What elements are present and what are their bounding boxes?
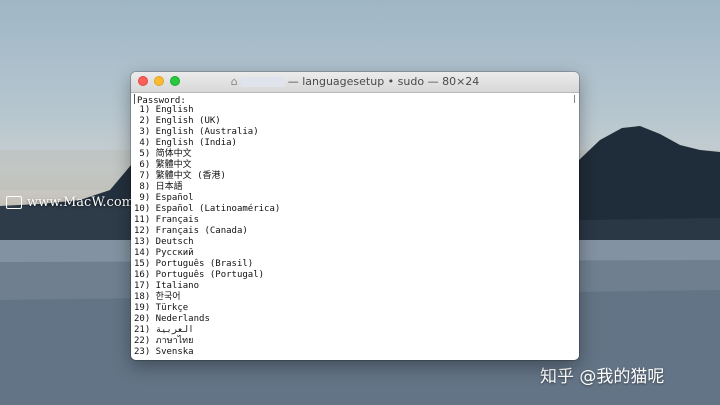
password-prompt: Password: (134, 94, 579, 106)
language-option: 7) 繁體中文 (香港) (134, 171, 226, 181)
language-option: 17) Italiano (134, 281, 200, 291)
language-option: 13) Deutsch (134, 237, 194, 247)
zhihu-watermark: 知乎 @我的猫呢 (540, 367, 665, 387)
language-option: 8) 日本語 (134, 182, 183, 192)
home-folder-icon: ⌂ (230, 75, 238, 88)
macw-logo-icon (6, 195, 22, 209)
language-option: 15) Português (Brasil) (134, 259, 254, 269)
language-option: 4) English (India) (134, 138, 237, 148)
macw-watermark: www.MacW.com (6, 193, 134, 211)
language-option: 11) Français (134, 215, 200, 225)
scroll-marker (574, 95, 576, 103)
window-title: ⌂ — languagesetup • sudo — 80×24 (131, 75, 579, 88)
language-option: 16) Português (Portugal) (134, 270, 265, 280)
redacted-username (240, 76, 285, 87)
language-option: 23) Svenska (134, 347, 194, 357)
window-titlebar[interactable]: ⌂ — languagesetup • sudo — 80×24 (131, 72, 579, 93)
language-option: 18) 한국어 (134, 292, 181, 302)
terminal-window[interactable]: ⌂ — languagesetup • sudo — 80×24 Passwor… (131, 72, 579, 360)
language-option: 5) 简体中文 (134, 149, 192, 159)
window-title-text: — languagesetup • sudo — 80×24 (287, 75, 480, 88)
language-option: 12) Français (Canada) (134, 226, 248, 236)
language-option: 10) Español (Latinoamérica) (134, 204, 281, 214)
language-option: 22) ภาษาไทย (134, 336, 194, 346)
language-option: 19) Türkçe (134, 303, 189, 313)
language-option-list: 1) English 2) English (UK) 3) English (A… (134, 105, 579, 358)
language-option: 6) 繁體中文 (134, 160, 192, 170)
language-option: 9) Español (134, 193, 194, 203)
language-option: 1) English (134, 105, 194, 115)
text-cursor (134, 94, 136, 104)
language-option: 3) English (Australia) (134, 127, 259, 137)
terminal-content[interactable]: Password: 1) English 2) English (UK) 3) … (131, 93, 579, 360)
language-option: 14) Русский (134, 248, 194, 258)
language-option: 2) English (UK) (134, 116, 221, 126)
macw-watermark-text: www.MacW.com (27, 194, 134, 210)
language-option: 20) Nederlands (134, 314, 210, 324)
language-option: 21) العربية (134, 325, 194, 335)
